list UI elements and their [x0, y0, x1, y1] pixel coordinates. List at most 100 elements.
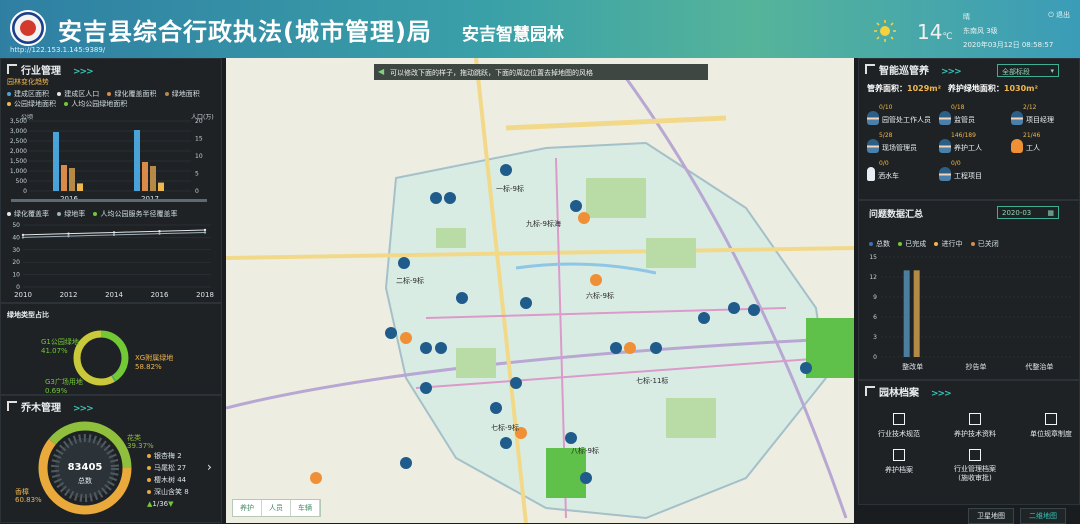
staff-item[interactable]: 2/12 项目经理: [1011, 104, 1079, 125]
map-label: 二标-9标: [396, 276, 424, 285]
y-tick-label: 10: [12, 272, 20, 279]
archive-item[interactable]: 养护档案: [863, 449, 935, 483]
y-tick-label: 20: [12, 259, 20, 266]
tree-pager[interactable]: ▲1/36▼: [147, 498, 189, 510]
section-select[interactable]: 全部标段 ▾: [997, 64, 1059, 77]
staff-item[interactable]: 0/18 监管员: [939, 104, 1007, 125]
x-tick-label: 2010: [14, 291, 32, 299]
page-subtitle: 安吉智慧园林: [462, 25, 564, 45]
y-tick-label: 9: [873, 294, 877, 301]
weather-datetime: 2020年03月12日 08:58:57: [963, 41, 1054, 49]
archives-panel: 园林档案 >>> 行业技术规范 养护技术资料 单位规章制度 养护档案 行业管理档案…: [858, 380, 1080, 505]
y-tick-label: 1,500: [10, 158, 27, 165]
staff-item[interactable]: 0/0 洒水车: [867, 160, 935, 181]
green-type-donut: [73, 330, 129, 386]
archive-item[interactable]: 养护技术资料: [939, 413, 1011, 439]
staff-item[interactable]: 0/0 工程项目: [939, 160, 1007, 181]
staff-item[interactable]: 0/10 园管处工作人员: [867, 104, 935, 125]
bar: [77, 183, 83, 191]
rate-line-chart: 0 10 20 30 40 50 2010 2012 2014 2016 2018: [12, 222, 214, 299]
y2-tick-label: 15: [195, 136, 203, 143]
area-summary: 管养面积：1029m² 养护绿地面积：1030m²: [867, 84, 1039, 93]
tree-list-item: 樱木树 44: [147, 474, 189, 486]
green-type-panel: 绿地类型占比 G1公园绿地 41.07% G3广场用地 0.69% XG附属绿地…: [0, 303, 222, 395]
data-point: [67, 234, 70, 238]
industry-panel: 行业管理 >>> 园林变化趋势 建成区面积 建成区人口 绿化覆盖面积 绿地面积 公…: [0, 58, 222, 303]
url-text: http://122.153.1.145:9389/: [10, 46, 106, 54]
calendar-icon: ▦: [1047, 209, 1054, 217]
tree-total: 83405: [67, 462, 103, 473]
archives-grid: 行业技术规范 养护技术资料 单位规章制度 养护档案 行业管理档案 (施收审批): [863, 413, 1080, 483]
date-picker[interactable]: 2020-03 ▦: [997, 206, 1059, 219]
map-mode-buttons: 卫星地图 二维地图: [968, 508, 1066, 524]
archive-item[interactable]: 行业管理档案 (施收审批): [939, 449, 1011, 483]
data-point: [112, 233, 116, 237]
y-tick-label: 2,000: [10, 148, 27, 155]
y-tick-label: 6: [873, 314, 877, 321]
data-point: [203, 228, 207, 232]
x-tick-label: 整改单: [902, 362, 923, 371]
map-area[interactable]: 一标-9标 九标-9标海 六标-9标 七标-9标 八标-9标 二标-9标 七标-…: [226, 58, 854, 523]
y-tick-label: 12: [869, 274, 877, 281]
tab-maintenance[interactable]: 养护: [233, 500, 262, 516]
tree-list-item: 马尾松 27: [147, 462, 189, 474]
worker-icon: 21/46: [1011, 132, 1040, 153]
x-tick-label: 抄告单: [966, 362, 987, 371]
y-tick-label: 3,000: [10, 128, 27, 135]
map-label: 六标-9标: [586, 291, 614, 300]
archive-item[interactable]: 单位规章制度: [1015, 413, 1080, 439]
tree-list-item: 深山含笑 8: [147, 486, 189, 498]
chevron-right-icon[interactable]: ›: [207, 460, 212, 474]
y2-tick-label: 20: [195, 118, 203, 125]
bar: [61, 165, 67, 191]
scroll-bar[interactable]: [11, 199, 207, 202]
map-label: 一标-9标: [496, 184, 524, 193]
staff-item[interactable]: 21/46 工人: [1011, 132, 1079, 153]
logout-button[interactable]: ⏻ 退出: [1048, 10, 1070, 20]
tab-vehicles[interactable]: 车辆: [291, 500, 320, 516]
staff-grid: 0/10 园管处工作人员 0/18 监管员 2/12 项目经理 5/28 现场管理员 1…: [867, 104, 1079, 181]
grid-icon: [893, 449, 905, 461]
issues-panel: 问题数据汇总 2020-03 ▦ 总数 已完成 进行中 已关闭 0 3 6 9 12 15 整…: [858, 200, 1080, 380]
data-point: [112, 231, 116, 234]
speaker-icon: ◀: [378, 67, 385, 76]
person-icon: 0/10: [867, 104, 892, 125]
header-bar: 安吉县综合行政执法(城市管理)局 安吉智慧园林 http://122.153.1…: [0, 0, 1080, 58]
tree-left-label: 香樟 60.83%: [15, 488, 42, 504]
weather-condition: 晴: [963, 13, 970, 21]
y2-tick-label: 5: [195, 171, 199, 178]
project-icon: 0/0: [939, 160, 961, 181]
map-label: 七标-9标: [491, 423, 519, 432]
tools-icon: [893, 413, 905, 425]
map-label: 八标-9标: [571, 446, 599, 455]
trend-bar-chart: 公顷 人口(万) 05001,0001,5002,0002,5003,0003,…: [10, 113, 214, 199]
city-map[interactable]: 一标-9标 九标-9标海 六标-9标 七标-9标 八标-9标 二标-9标 七标-…: [226, 58, 854, 523]
2d-map-button[interactable]: 二维地图: [1020, 508, 1066, 524]
bar: [150, 166, 156, 191]
issues-bar-chart: 0 3 6 9 12 15 整改单 抄告单 代整治单: [869, 254, 1071, 371]
map-label: 七标-11标: [636, 376, 668, 385]
data-point: [21, 233, 25, 237]
y-tick-label: 1,000: [10, 168, 27, 175]
y-tick-label: 0: [16, 284, 20, 291]
y-tick-label: 0: [23, 188, 27, 195]
tab-personnel[interactable]: 人员: [262, 500, 291, 516]
y-tick-label: 500: [16, 178, 28, 185]
x-tick-label: 2018: [196, 291, 214, 299]
g1-label: G1公园绿地 41.07%: [41, 338, 79, 355]
data-point: [67, 232, 70, 235]
y2-tick-label: 0: [195, 188, 199, 195]
staff-item[interactable]: 146/189 养护工人: [939, 132, 1007, 153]
document-icon: [969, 413, 981, 425]
data-point: [158, 230, 161, 233]
archive-item[interactable]: 行业技术规范: [863, 413, 935, 439]
g2-label: XG附属绿地 58.82%: [135, 354, 174, 371]
staff-item[interactable]: 5/28 现场管理员: [867, 132, 935, 153]
weather-wind: 东南风 3级: [963, 27, 998, 35]
y-tick-label: 15: [869, 254, 877, 261]
satellite-map-button[interactable]: 卫星地图: [968, 508, 1014, 524]
bar: [134, 130, 140, 191]
bar: [142, 162, 148, 191]
issues-legend: 总数 已完成 进行中 已关闭: [869, 239, 1005, 249]
bar: [903, 270, 910, 357]
